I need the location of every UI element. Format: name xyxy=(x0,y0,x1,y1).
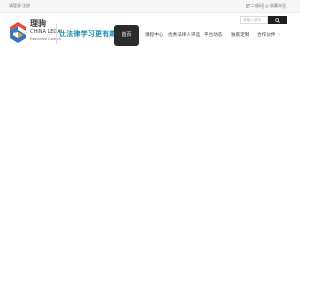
search-input[interactable] xyxy=(240,16,268,24)
nav-item-courses[interactable]: 课程中心 xyxy=(145,31,163,40)
nav-item-custom[interactable]: 独家定制 xyxy=(231,31,249,40)
search-button[interactable] xyxy=(268,16,287,24)
nav-item-home[interactable]: 首页 xyxy=(114,25,139,46)
nav-item-partners[interactable]: 合作伙伴 xyxy=(257,31,275,40)
nav-item-lawyer-selection[interactable]: 优秀法律人评选 xyxy=(168,31,200,40)
top-utility-bar: 请登录 注册 二维码 收藏本站 xyxy=(0,0,300,13)
brand-slogan: 让法律学习更有趣 xyxy=(59,29,117,38)
topbar-divider xyxy=(283,3,284,9)
nav-item-news[interactable]: 平台动态 xyxy=(204,31,222,40)
topbar-divider xyxy=(263,3,264,9)
search-icon xyxy=(275,17,280,23)
logo-divider xyxy=(56,24,57,44)
chevron-right-icon[interactable]: › xyxy=(278,31,280,40)
qr-code-icon xyxy=(246,3,250,8)
star-icon xyxy=(265,3,269,8)
qr-code-label: 二维码 xyxy=(251,3,263,8)
brand-name-cn: 理驹 xyxy=(30,19,46,28)
register-link[interactable]: 注册 xyxy=(22,2,30,9)
qr-code-link[interactable]: 二维码 xyxy=(246,2,263,9)
login-link[interactable]: 请登录 xyxy=(9,2,21,9)
brand-logo[interactable] xyxy=(8,21,28,44)
